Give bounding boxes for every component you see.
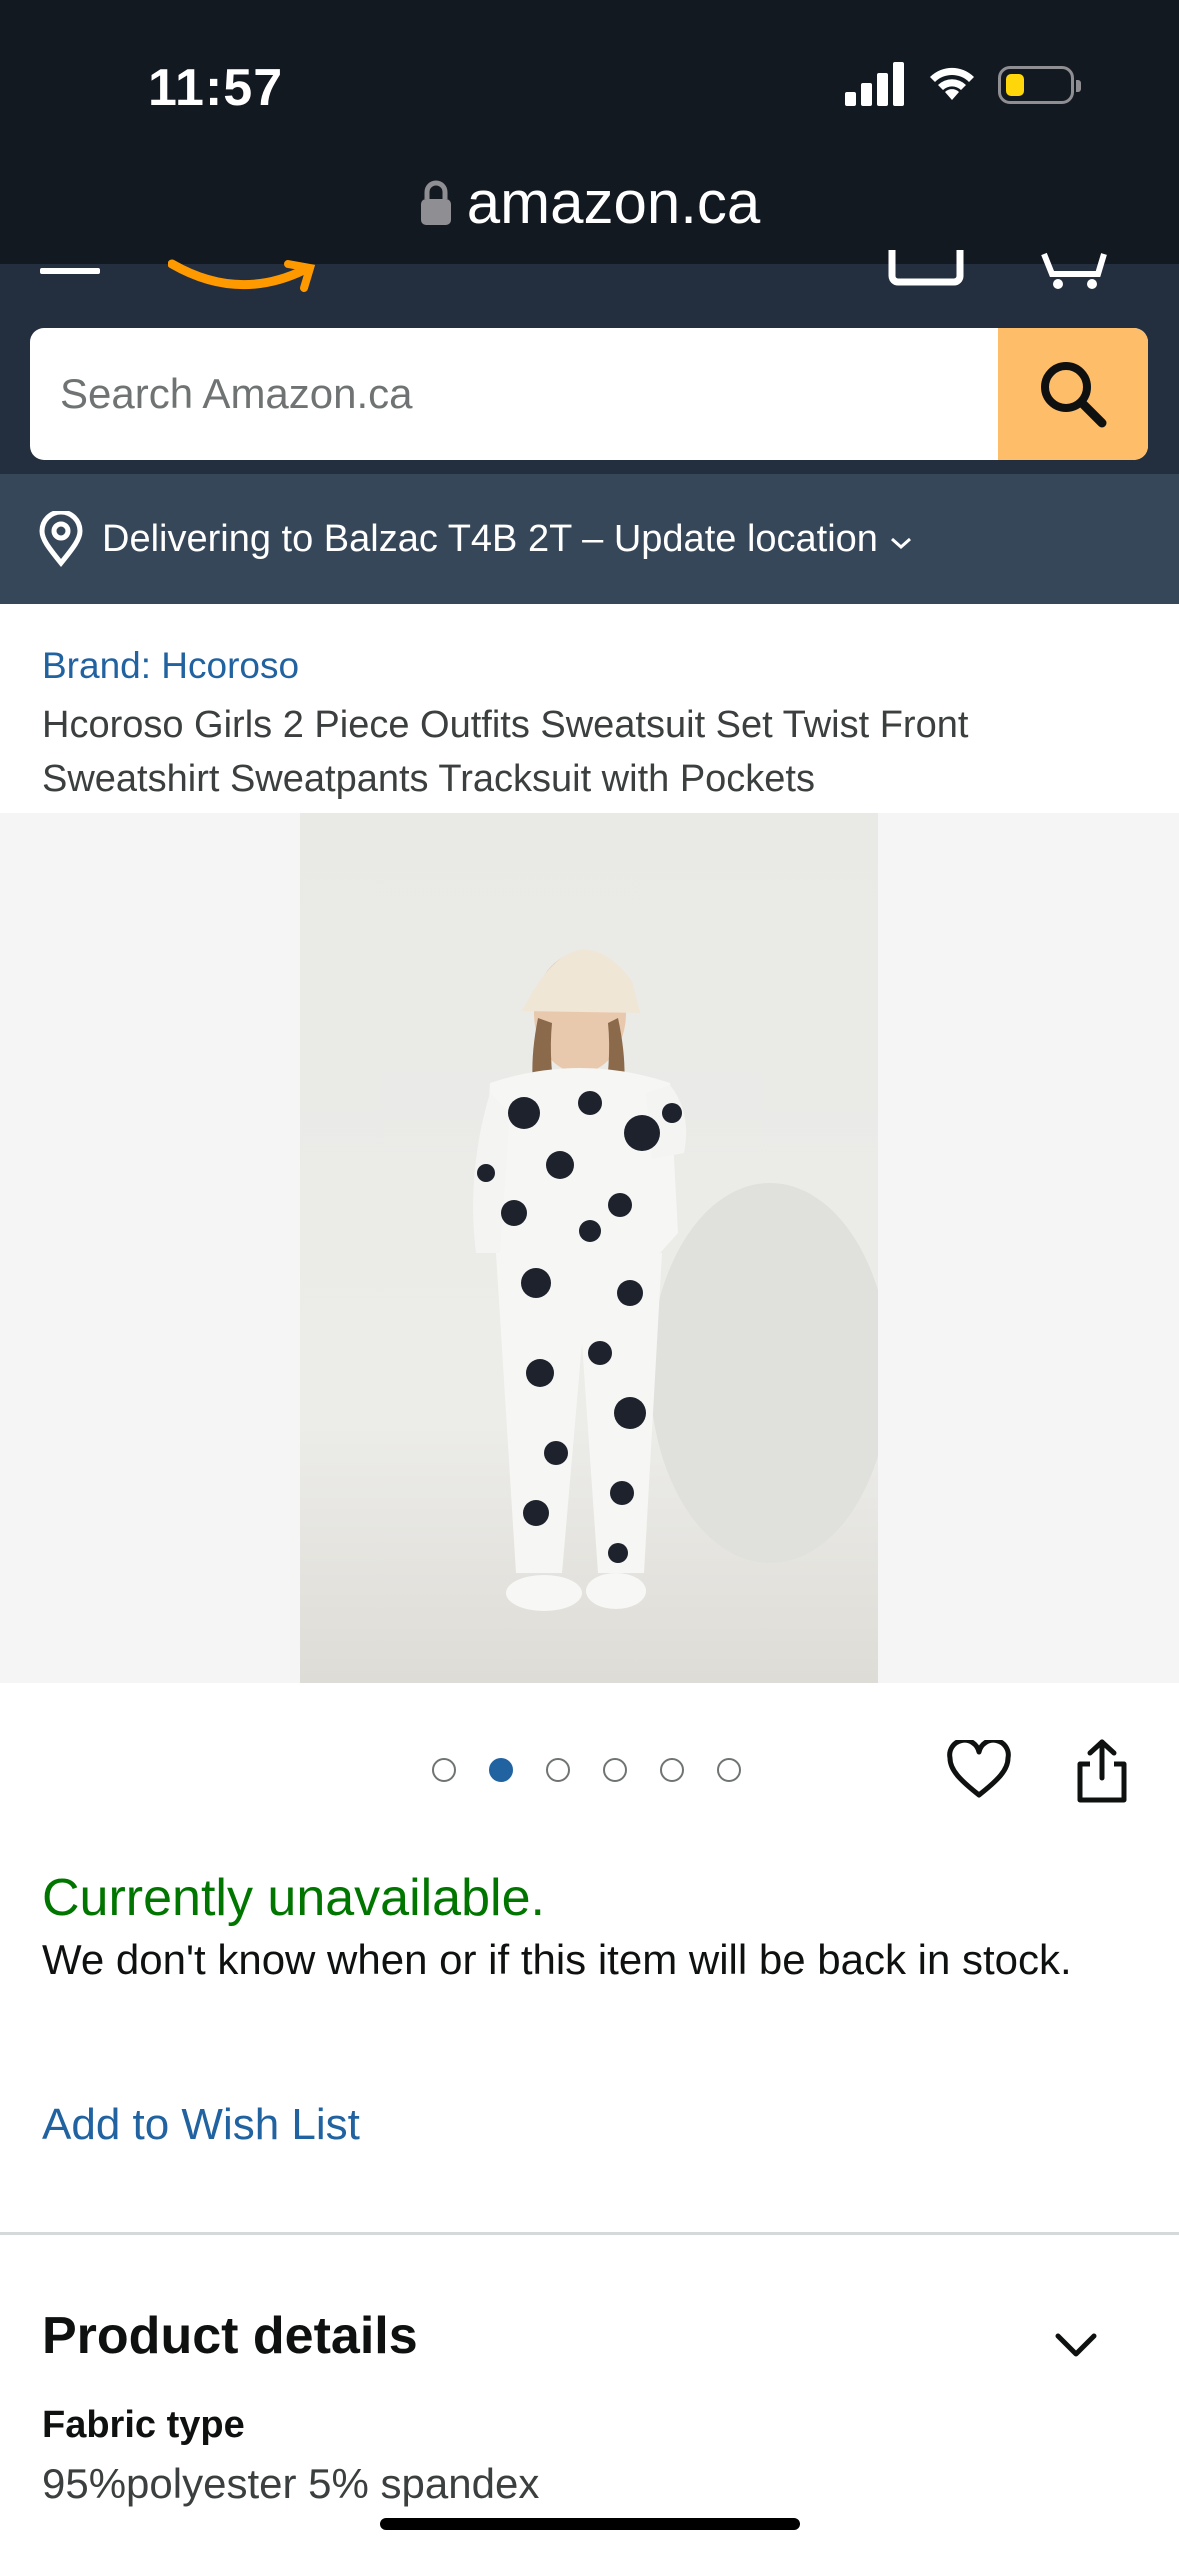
location-pin-icon [39, 511, 83, 567]
carousel-dot-active[interactable] [489, 1758, 513, 1782]
heart-icon[interactable] [946, 1740, 1012, 1800]
chevron-down-icon[interactable] [1052, 2330, 1100, 2360]
status-time: 11:57 [148, 59, 284, 117]
account-icon[interactable] [888, 250, 964, 286]
product-title: Hcoroso Girls 2 Piece Outfits Sweatsuit … [42, 704, 969, 800]
delivery-location-bar[interactable]: Delivering to Balzac T4B 2T – Update loc… [0, 474, 1179, 604]
carousel-dot[interactable] [432, 1758, 456, 1782]
availability-status: Currently unavailable. [42, 1869, 545, 1927]
detail-value: 95%polyester 5% spandex [42, 2460, 540, 2507]
carousel-dot[interactable] [717, 1758, 741, 1782]
search-icon [1041, 362, 1107, 428]
product-details-heading[interactable]: Product details [42, 2306, 418, 2366]
image-carousel-dots[interactable] [432, 1758, 774, 1782]
url-text: amazon.ca [466, 169, 761, 236]
home-indicator[interactable] [380, 2518, 800, 2530]
address-bar[interactable]: amazon.ca [0, 168, 1179, 237]
detail-label: Fabric type [42, 2404, 245, 2446]
search-button[interactable] [998, 328, 1148, 460]
battery-icon [998, 66, 1081, 104]
section-divider [0, 2232, 1179, 2235]
carousel-dot[interactable] [603, 1758, 627, 1782]
cart-icon[interactable] [1040, 250, 1110, 290]
cellular-signal-icon [845, 62, 904, 106]
carousel-dot[interactable] [546, 1758, 570, 1782]
availability-message: We don't know when or if this item will … [42, 1936, 1072, 1983]
product-image[interactable] [300, 813, 878, 1683]
chevron-down-icon [890, 537, 911, 550]
search-input[interactable] [30, 328, 998, 460]
menu-icon[interactable] [40, 258, 104, 278]
share-icon[interactable] [1072, 1738, 1132, 1804]
lock-icon [420, 180, 451, 225]
search-bar [30, 328, 1148, 460]
carousel-dot[interactable] [660, 1758, 684, 1782]
brand-link[interactable]: Brand: Hcoroso [42, 645, 299, 687]
delivery-location-text: Delivering to Balzac T4B 2T – Update loc… [102, 517, 878, 560]
add-to-wishlist-link[interactable]: Add to Wish List [42, 2100, 360, 2150]
wifi-icon [930, 67, 974, 100]
amazon-smile-logo[interactable] [168, 254, 318, 304]
